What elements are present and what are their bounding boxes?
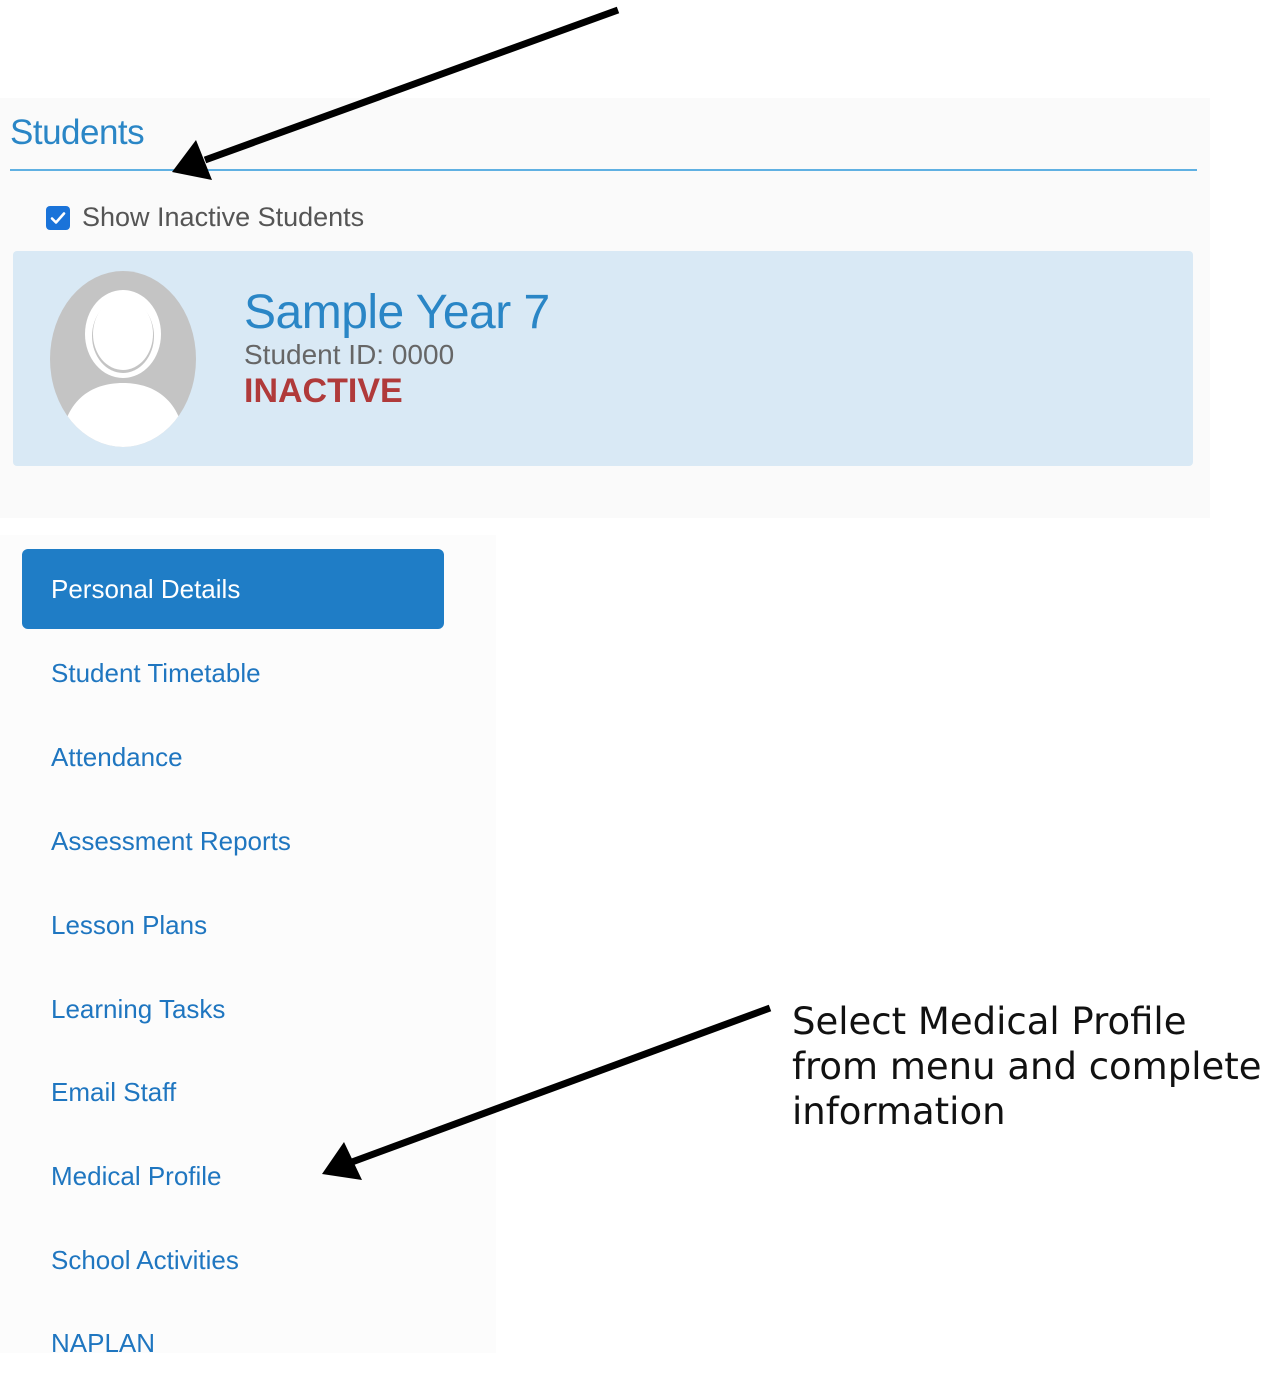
arrow-to-show-inactive-icon	[172, 6, 620, 180]
annotation-arrows	[172, 6, 772, 1180]
arrow-to-medical-profile-icon	[322, 1004, 772, 1180]
